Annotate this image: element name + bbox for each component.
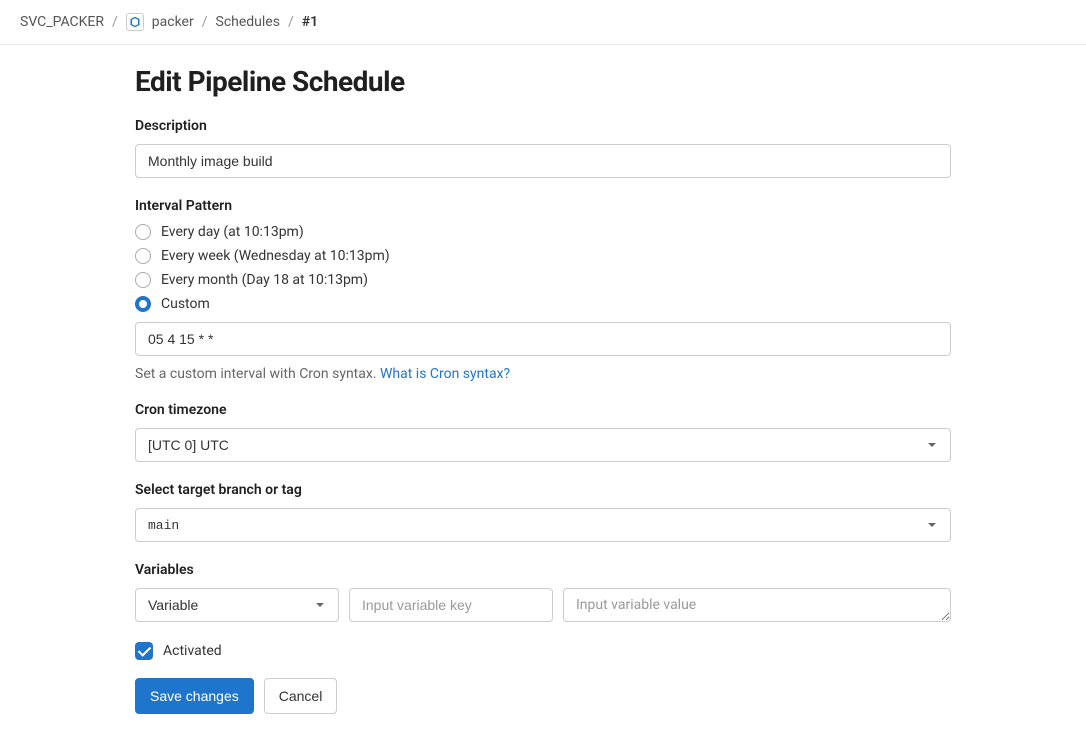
target-group: Select target branch or tag main <box>135 482 951 542</box>
breadcrumb-current: #1 <box>302 14 318 30</box>
timezone-group: Cron timezone [UTC 0] UTC <box>135 402 951 462</box>
interval-radio-week-input[interactable] <box>135 248 151 264</box>
interval-radio-day-label: Every day (at 10:13pm) <box>161 224 304 240</box>
breadcrumb-separator: / <box>202 14 208 30</box>
interval-radio-custom[interactable]: Custom <box>135 296 951 312</box>
page-title: Edit Pipeline Schedule <box>135 65 951 98</box>
interval-radio-month[interactable]: Every month (Day 18 at 10:13pm) <box>135 272 951 288</box>
interval-radio-week-label: Every week (Wednesday at 10:13pm) <box>161 248 390 264</box>
variables-row: Variable <box>135 588 951 622</box>
interval-radio-week[interactable]: Every week (Wednesday at 10:13pm) <box>135 248 951 264</box>
interval-radio-month-label: Every month (Day 18 at 10:13pm) <box>161 272 368 288</box>
cron-help-link[interactable]: What is Cron syntax? <box>380 366 510 382</box>
breadcrumb-separator: / <box>288 14 294 30</box>
interval-radio-day-input[interactable] <box>135 224 151 240</box>
save-button[interactable]: Save changes <box>135 678 254 714</box>
breadcrumb-separator: / <box>112 14 118 30</box>
cron-help-text: Set a custom interval with Cron syntax. … <box>135 366 951 382</box>
button-row: Save changes Cancel <box>135 678 951 714</box>
timezone-label: Cron timezone <box>135 402 951 418</box>
variables-label: Variables <box>135 562 951 578</box>
activated-label: Activated <box>163 643 222 659</box>
variables-group: Variables Variable <box>135 562 951 622</box>
interval-radio-group: Every day (at 10:13pm) Every week (Wedne… <box>135 224 951 312</box>
variable-key-input[interactable] <box>349 588 553 622</box>
cancel-button[interactable]: Cancel <box>264 678 338 714</box>
variable-value-input[interactable] <box>563 588 951 622</box>
description-label: Description <box>135 118 951 134</box>
activated-checkbox[interactable] <box>135 642 153 660</box>
interval-radio-day[interactable]: Every day (at 10:13pm) <box>135 224 951 240</box>
breadcrumb-project[interactable]: packer <box>152 14 194 30</box>
breadcrumb-section[interactable]: Schedules <box>216 14 280 30</box>
interval-radio-custom-label: Custom <box>161 296 210 312</box>
activated-row[interactable]: Activated <box>135 642 951 660</box>
interval-radio-custom-input[interactable] <box>135 296 151 312</box>
interval-group: Interval Pattern Every day (at 10:13pm) … <box>135 198 951 382</box>
project-icon <box>126 13 144 31</box>
timezone-select[interactable]: [UTC 0] UTC <box>135 428 951 462</box>
target-select[interactable]: main <box>135 508 951 542</box>
description-input[interactable] <box>135 144 951 178</box>
description-group: Description <box>135 118 951 178</box>
target-label: Select target branch or tag <box>135 482 951 498</box>
cron-custom-input[interactable] <box>135 322 951 356</box>
variable-type-select[interactable]: Variable <box>135 588 339 622</box>
interval-label: Interval Pattern <box>135 198 951 214</box>
breadcrumb-root[interactable]: SVC_PACKER <box>20 14 104 30</box>
form-container: Edit Pipeline Schedule Description Inter… <box>135 45 951 754</box>
interval-radio-month-input[interactable] <box>135 272 151 288</box>
breadcrumb: SVC_PACKER / packer / Schedules / #1 <box>0 0 1086 45</box>
